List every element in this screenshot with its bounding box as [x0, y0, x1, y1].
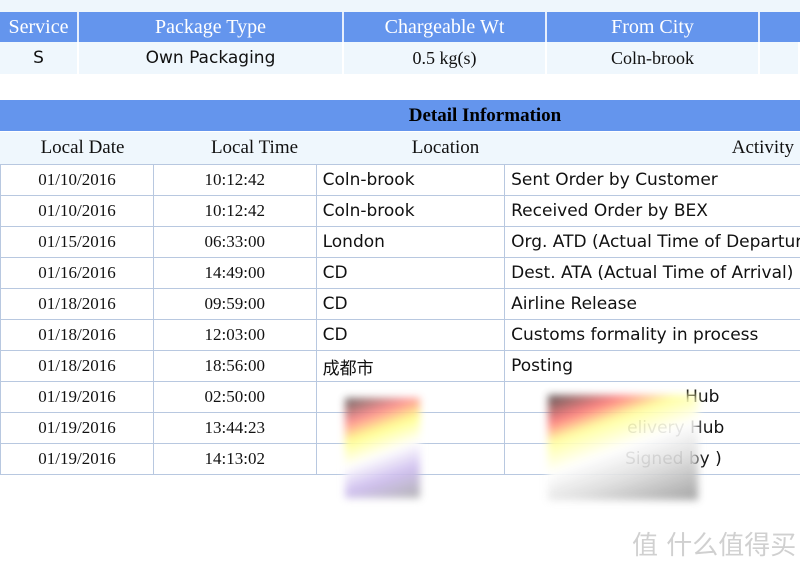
- table-row: 01/18/2016 09:59:00 CD Airline Release: [0, 288, 800, 320]
- cell-activity: Received Order by BEX: [504, 195, 800, 227]
- cell-date: 01/15/2016: [0, 226, 154, 258]
- header-package-type: Package Type: [79, 12, 344, 42]
- header-chargeable-wt: Chargeable Wt: [344, 12, 547, 42]
- table-row: 01/10/2016 10:12:42 Coln-brook Sent Order b…: [0, 164, 800, 196]
- table-row: 01/15/2016 06:33:00 London Org. ATD (Actual…: [0, 226, 800, 258]
- cell-activity: Dest. ATA (Actual Time of Arrival): [504, 257, 800, 289]
- cell-time: 09:59:00: [152, 288, 317, 320]
- watermark: 值 什么值得买: [632, 531, 797, 561]
- cell-activity: Org. ATD (Actual Time of Departure): [504, 226, 800, 258]
- header-from-city: From City: [547, 12, 760, 42]
- extra-value: [760, 42, 800, 74]
- cell-time: 06:33:00: [152, 226, 317, 258]
- cell-location: CD: [315, 257, 506, 289]
- cell-date: 01/16/2016: [0, 257, 154, 289]
- cell-activity: Posting: [504, 350, 800, 382]
- redaction-location: [345, 398, 420, 498]
- table-row: 01/16/2016 14:49:00 CD Dest. ATA (Actual Ti…: [0, 257, 800, 289]
- cell-date: 01/19/2016: [0, 412, 154, 444]
- cell-location: Coln-brook: [315, 164, 506, 196]
- header-extra: [760, 12, 800, 42]
- cell-time: 13:44:23: [152, 412, 317, 444]
- service-value: S: [0, 42, 79, 74]
- table-row: 01/18/2016 18:56:00 成都市 Posting: [0, 350, 800, 382]
- cell-date: 01/10/2016: [0, 195, 154, 227]
- cell-time: 12:03:00: [152, 319, 317, 351]
- cell-activity: Airline Release: [504, 288, 800, 320]
- col-location: Location: [344, 132, 547, 164]
- detail-title: Detail Information: [0, 100, 800, 131]
- top-strip: [0, 0, 800, 12]
- cell-date: 01/19/2016: [0, 443, 154, 475]
- chargeable-wt-value: 0.5 kg(s): [344, 42, 547, 74]
- cell-activity: Sent Order by Customer: [504, 164, 800, 196]
- table-row: 01/18/2016 12:03:00 CD Customs formality in…: [0, 319, 800, 351]
- cell-time: 14:49:00: [152, 257, 317, 289]
- cell-location: CD: [315, 319, 506, 351]
- cell-time: 10:12:42: [152, 195, 317, 227]
- cell-time: 14:13:02: [152, 443, 317, 475]
- redaction-activity: [548, 395, 698, 500]
- cell-time: 18:56:00: [152, 350, 317, 382]
- cell-date: 01/10/2016: [0, 164, 154, 196]
- cell-location: 成都市: [315, 350, 506, 382]
- cell-activity: Customs formality in process: [504, 319, 800, 351]
- cell-time: 10:12:42: [152, 164, 317, 196]
- cell-date: 01/19/2016: [0, 381, 154, 413]
- cell-location: London: [315, 226, 506, 258]
- cell-date: 01/18/2016: [0, 288, 154, 320]
- cell-date: 01/18/2016: [0, 350, 154, 382]
- table-row: 01/10/2016 10:12:42 Coln-brook Received Ord…: [0, 195, 800, 227]
- cell-time: 02:50:00: [152, 381, 317, 413]
- cell-date: 01/18/2016: [0, 319, 154, 351]
- col-activity: Activity: [547, 132, 800, 164]
- col-local-date: Local Date: [0, 132, 165, 164]
- cell-location: CD: [315, 288, 506, 320]
- from-city-value: Coln-brook: [547, 42, 760, 74]
- col-local-time: Local Time: [165, 132, 344, 164]
- cell-location: Coln-brook: [315, 195, 506, 227]
- header-service: Service: [0, 12, 79, 42]
- package-type-value: Own Packaging: [79, 42, 344, 74]
